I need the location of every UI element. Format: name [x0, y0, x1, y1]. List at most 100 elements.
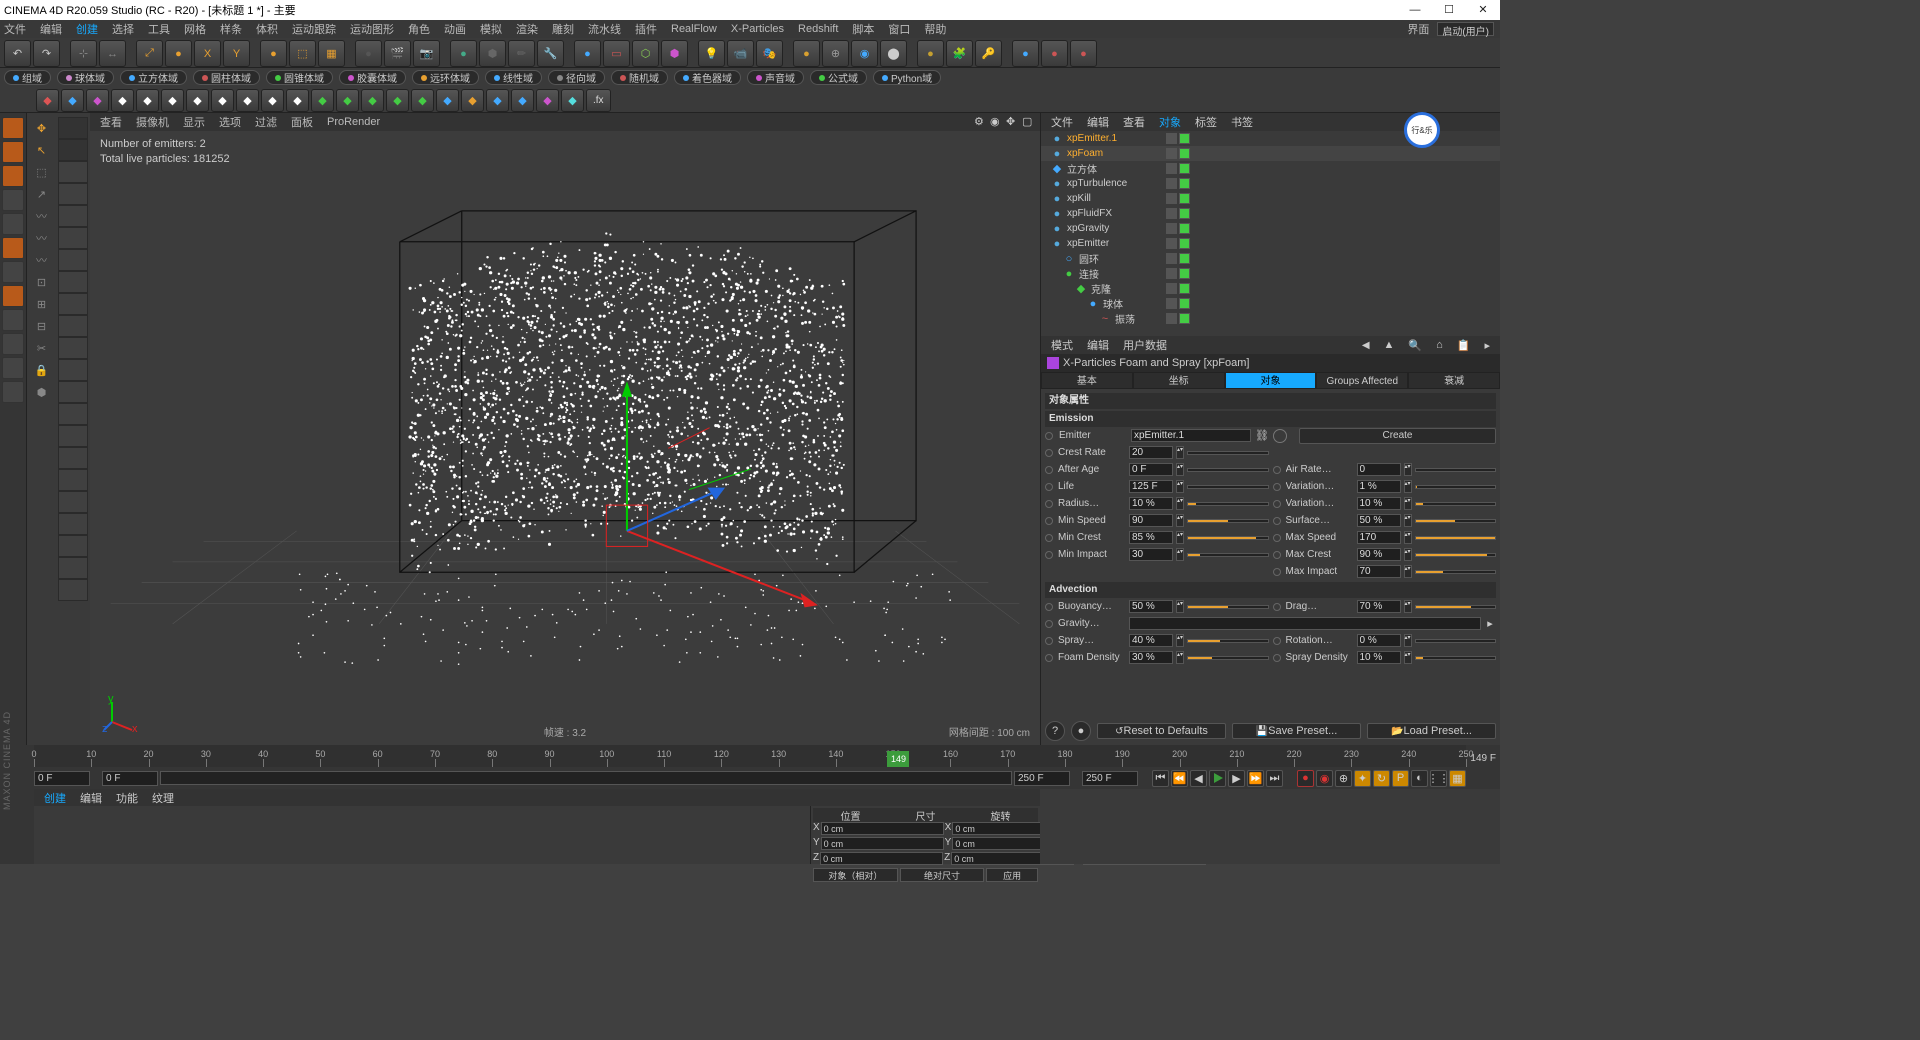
xp-btn-10[interactable]: ◆: [286, 89, 309, 112]
xp-btn-13[interactable]: ◆: [361, 89, 384, 112]
timeline-dots-button[interactable]: ⋮⋮: [1430, 770, 1447, 787]
field-Min Speed[interactable]: [1129, 514, 1173, 527]
tool-12[interactable]: ⬢: [27, 381, 56, 403]
toolbar-btn-31[interactable]: ⊕: [822, 40, 849, 67]
goto-end-button[interactable]: ⏭: [1266, 770, 1283, 787]
range-end-field[interactable]: [1082, 771, 1138, 786]
om-item-xpTurbulence[interactable]: ●xpTurbulence: [1041, 176, 1500, 191]
toolbar-btn-22[interactable]: ▭: [603, 40, 630, 67]
toolbar-btn-1[interactable]: ↔: [99, 40, 126, 67]
field-Spray…[interactable]: [1129, 634, 1173, 647]
field-tag-6[interactable]: 远环体域: [412, 70, 479, 85]
menu-模拟[interactable]: 模拟: [480, 21, 502, 37]
key-pla-button[interactable]: ◐: [1411, 770, 1428, 787]
field-tag-4[interactable]: 圆锥体域: [266, 70, 333, 85]
mode-btn-3[interactable]: [2, 189, 24, 211]
om-tab-书签[interactable]: 书签: [1231, 114, 1253, 130]
play-button[interactable]: [1209, 770, 1226, 787]
xp-btn-4[interactable]: ◆: [136, 89, 159, 112]
vp-move-icon[interactable]: ✥: [1006, 115, 1020, 129]
menu-脚本[interactable]: 脚本: [852, 21, 874, 37]
key-pos-button[interactable]: ⊕: [1335, 770, 1352, 787]
toolbar-btn-6[interactable]: Y: [223, 40, 250, 67]
field-Spray Density[interactable]: [1357, 651, 1401, 664]
field-tag-0[interactable]: 组域: [4, 70, 51, 85]
palette-4[interactable]: [58, 205, 88, 227]
field-tag-11[interactable]: 声音域: [747, 70, 804, 85]
vp-config-icon[interactable]: ⚙: [974, 115, 988, 129]
field-Min Impact[interactable]: [1129, 548, 1173, 561]
tool-11[interactable]: 🔒: [27, 359, 56, 381]
range-slider[interactable]: [160, 771, 1012, 785]
range-start-field[interactable]: [34, 771, 90, 786]
key-scale-button[interactable]: ✦: [1354, 770, 1371, 787]
attr-menu-模式[interactable]: 模式: [1051, 337, 1073, 353]
palette-5[interactable]: [58, 227, 88, 249]
toolbar-btn-26[interactable]: 💡: [698, 40, 725, 67]
menu-窗口[interactable]: 窗口: [888, 21, 910, 37]
om-tab-标签[interactable]: 标签: [1195, 114, 1217, 130]
toolbar-btn-0[interactable]: ⊹: [70, 40, 97, 67]
menu-创建[interactable]: 创建: [76, 21, 98, 37]
xp-btn-3[interactable]: ◆: [111, 89, 134, 112]
field-tag-7[interactable]: 线性域: [485, 70, 542, 85]
toolbar-btn-16[interactable]: ●: [450, 40, 477, 67]
timeline-grid-button[interactable]: ▦: [1449, 770, 1466, 787]
field-tag-8[interactable]: 径向域: [548, 70, 605, 85]
om-item-球体[interactable]: ●球体: [1041, 296, 1500, 311]
toolbar-btn-32[interactable]: ◉: [851, 40, 878, 67]
field-Variation…[interactable]: [1357, 480, 1401, 493]
mode-btn-11[interactable]: [2, 381, 24, 403]
menu-雕刻[interactable]: 雕刻: [552, 21, 574, 37]
mat-tab-创建[interactable]: 创建: [44, 790, 66, 806]
palette-0[interactable]: [58, 117, 88, 139]
xp-btn-15[interactable]: ◆: [411, 89, 434, 112]
target-icon[interactable]: [1273, 429, 1287, 443]
field-After Age[interactable]: [1129, 463, 1173, 476]
palette-18[interactable]: [58, 513, 88, 535]
field-Variation…[interactable]: [1357, 497, 1401, 510]
menu-RealFlow[interactable]: RealFlow: [671, 23, 717, 35]
attr-tab-对象[interactable]: 对象: [1225, 372, 1317, 389]
toolbar-btn-21[interactable]: ●: [574, 40, 601, 67]
tool-8[interactable]: ⊞: [27, 293, 56, 315]
field-Max Speed[interactable]: [1357, 531, 1401, 544]
field-tag-1[interactable]: 球体域: [57, 70, 114, 85]
toolbar-btn-5[interactable]: X: [194, 40, 221, 67]
coord-apply-button[interactable]: 应用: [986, 868, 1038, 882]
xp-btn-11[interactable]: ◆: [311, 89, 334, 112]
toolbar-btn-18[interactable]: ✏: [508, 40, 535, 67]
coord-X-pos[interactable]: [821, 822, 944, 835]
tool-6[interactable]: 〰: [27, 249, 56, 271]
vp-menu-面板[interactable]: 面板: [291, 114, 313, 130]
tool-7[interactable]: ⊡: [27, 271, 56, 293]
xp-btn-6[interactable]: ◆: [186, 89, 209, 112]
xp-btn-16[interactable]: ◆: [436, 89, 459, 112]
om-item-圆环[interactable]: ○圆环: [1041, 251, 1500, 266]
xp-fx-button[interactable]: .fx: [586, 89, 611, 112]
field-tag-2[interactable]: 立方体域: [120, 70, 187, 85]
mode-btn-0[interactable]: [2, 117, 24, 139]
mode-btn-9[interactable]: [2, 333, 24, 355]
tool-5[interactable]: 〰: [27, 227, 56, 249]
reset-button[interactable]: ↺ Reset to Defaults: [1097, 723, 1226, 739]
xp-btn-8[interactable]: ◆: [236, 89, 259, 112]
vp-menu-ProRender[interactable]: ProRender: [327, 116, 380, 128]
field-tag-13[interactable]: Python域: [873, 70, 941, 85]
om-item-立方体[interactable]: ◆立方体: [1041, 161, 1500, 176]
attr-menu-用户数据[interactable]: 用户数据: [1123, 337, 1167, 353]
palette-3[interactable]: [58, 183, 88, 205]
mode-btn-6[interactable]: [2, 261, 24, 283]
mode-btn-4[interactable]: [2, 213, 24, 235]
palette-11[interactable]: [58, 359, 88, 381]
tool-10[interactable]: ✂: [27, 337, 56, 359]
field-Min Crest[interactable]: [1129, 531, 1173, 544]
xp-btn-19[interactable]: ◆: [511, 89, 534, 112]
minimize-button[interactable]: —: [1398, 0, 1432, 20]
next-key-button[interactable]: ⏩: [1247, 770, 1264, 787]
undo-button[interactable]: ↶: [4, 40, 31, 67]
tool-9[interactable]: ⊟: [27, 315, 56, 337]
vp-menu-显示[interactable]: 显示: [183, 114, 205, 130]
palette-13[interactable]: [58, 403, 88, 425]
palette-6[interactable]: [58, 249, 88, 271]
